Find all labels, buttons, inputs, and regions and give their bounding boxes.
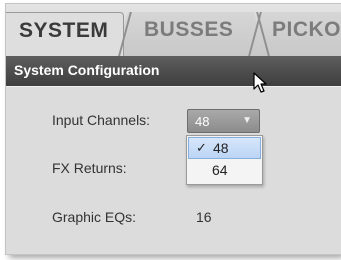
tab-busses[interactable]: BUSSES (116, 12, 266, 56)
menu-option-label: 48 (213, 140, 229, 156)
mouse-cursor-icon (253, 72, 267, 93)
checkmark-icon: ✓ (196, 140, 207, 155)
tab-busses-label: BUSSES (144, 18, 234, 41)
graphic-eqs-label: Graphic EQs: (52, 209, 137, 225)
input-channels-select[interactable]: 48 ▼ (187, 109, 260, 133)
app-window: SYSTEM BUSSES PICKOF System Configuratio… (6, 4, 341, 254)
tab-strip: SYSTEM BUSSES PICKOF (6, 4, 341, 56)
panel-header: System Configuration (6, 56, 341, 86)
input-channels-label: Input Channels: (52, 112, 151, 128)
panel-title: System Configuration (14, 62, 160, 78)
tab-system-label: SYSTEM (19, 19, 109, 42)
menu-option-48[interactable]: ✓ 48 (188, 137, 261, 159)
tab-system[interactable]: SYSTEM (6, 12, 124, 56)
menu-option-label: 64 (212, 162, 228, 178)
graphic-eqs-value: 16 (196, 209, 212, 225)
input-channels-menu: ✓ 48 64 (186, 135, 263, 185)
input-channels-value: 48 (195, 114, 210, 129)
settings-panel: Input Channels: 48 ▼ FX Returns: Graphic… (6, 86, 341, 254)
fx-returns-label: FX Returns: (52, 160, 127, 176)
tab-pickoff-label: PICKOF (272, 18, 341, 41)
menu-option-64[interactable]: 64 (188, 160, 261, 182)
chevron-down-icon: ▼ (242, 115, 252, 126)
